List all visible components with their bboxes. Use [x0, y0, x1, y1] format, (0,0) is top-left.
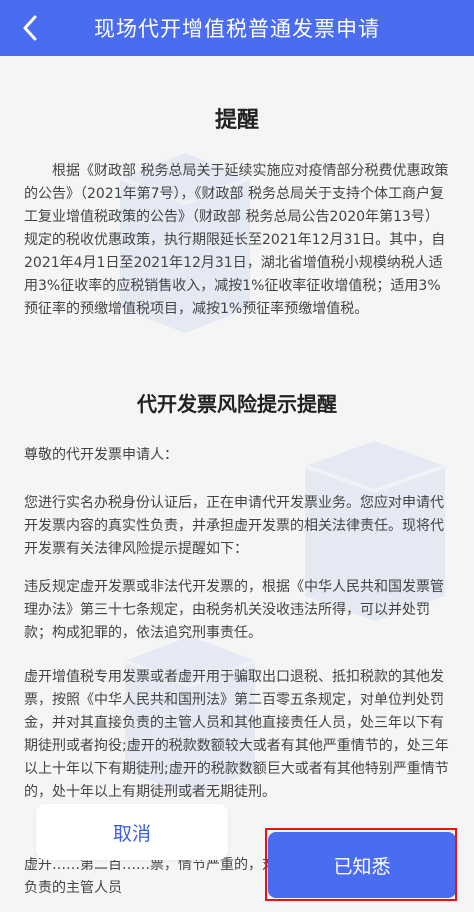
- risk-salutation: 尊敬的代开发票申请人：: [24, 447, 178, 463]
- cancel-button[interactable]: 取消: [36, 804, 228, 860]
- notice-heading: 提醒: [214, 108, 259, 133]
- risk-paragraph: 虚开增值税专用发票或者虚开用于骗取出口退税、抵扣税款的其他发票，按照《中华人民共…: [24, 669, 449, 800]
- top-bar: 现场代开增值税普通发票申请: [0, 0, 474, 56]
- back-button[interactable]: [10, 8, 50, 48]
- risk-paragraph: 违反规定虚开发票或非法代开发票的，根据《中华人民共和国发票管理办法》第三十七条规…: [24, 579, 444, 641]
- content-area[interactable]: 提醒 根据《财政部 税务总局关于延续实施应对疫情部分税费优惠政策的公告》（202…: [0, 56, 474, 912]
- chevron-left-icon: [23, 15, 37, 41]
- notice-body: 根据《财政部 税务总局关于延续实施应对疫情部分税费优惠政策的公告》（2021年第…: [24, 163, 449, 317]
- page-title: 现场代开增值税普通发票申请: [94, 17, 380, 41]
- risk-heading: 代开发票风险提示提醒: [137, 392, 337, 416]
- acknowledge-button[interactable]: 已知悉: [268, 832, 456, 898]
- risk-paragraph: 您进行实名办税身份认证后，正在申请代开发票业务。您应对申请代开发票内容的真实性负…: [24, 495, 444, 557]
